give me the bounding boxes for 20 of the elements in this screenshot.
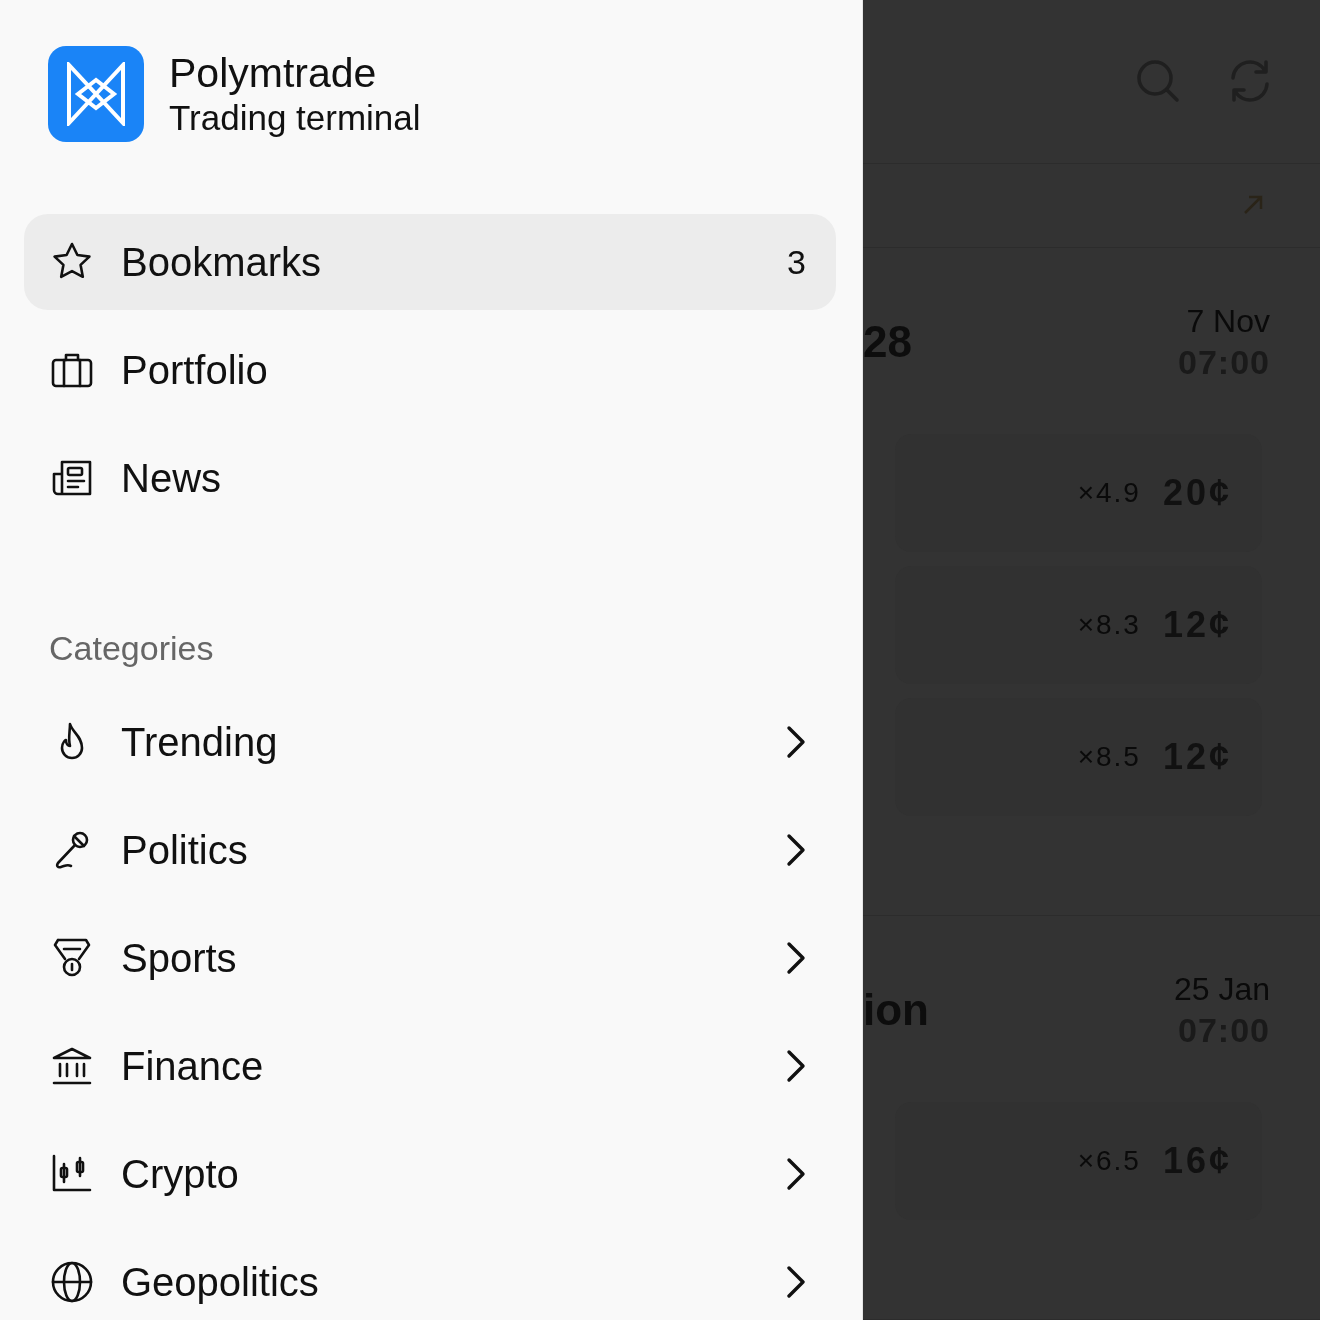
section-heading: Categories: [49, 628, 214, 668]
globe-icon: [50, 1260, 94, 1304]
menu-item[interactable]: News: [24, 430, 836, 526]
chevron-right-icon: [786, 1049, 806, 1083]
menu-item[interactable]: Bookmarks 3: [24, 214, 836, 310]
menu-item[interactable]: Crypto: [24, 1126, 836, 1222]
chevron-right-icon: [786, 833, 806, 867]
chevron-right-icon: [786, 941, 806, 975]
chevron-right-icon: [786, 725, 806, 759]
menu-item[interactable]: Geopolitics: [24, 1234, 836, 1320]
app-subtitle: Trading terminal: [169, 97, 421, 139]
menu-item[interactable]: Portfolio: [24, 322, 836, 418]
count-label: 3: [787, 242, 806, 282]
menu-item[interactable]: Finance: [24, 1018, 836, 1114]
menu-item[interactable]: Sports: [24, 910, 836, 1006]
chevron-right-icon: [786, 1265, 806, 1299]
menu-item[interactable]: Trending: [24, 694, 836, 790]
menu-item[interactable]: Politics: [24, 802, 836, 898]
chevron-right-icon: [786, 1157, 806, 1191]
app-name: Polymtrade: [169, 49, 378, 97]
